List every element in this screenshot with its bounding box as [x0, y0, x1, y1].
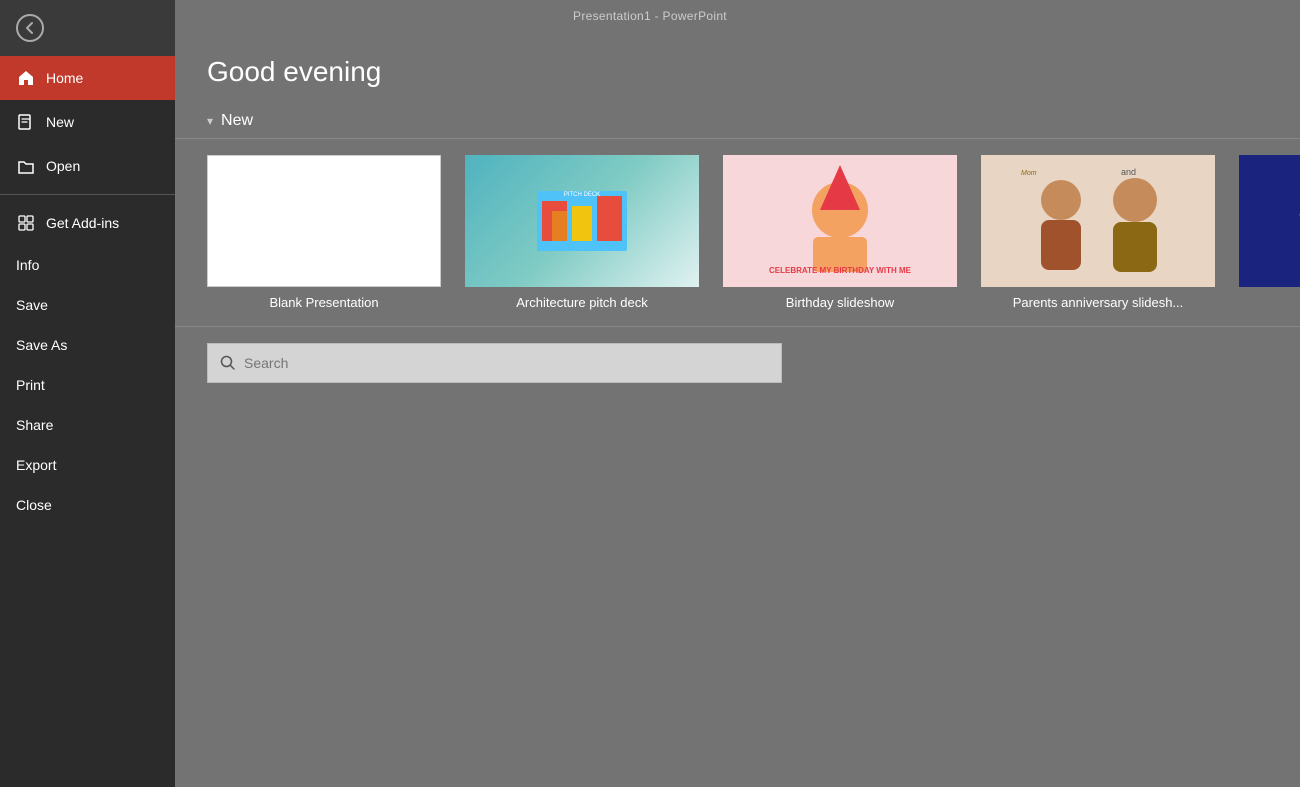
sidebar-item-saveas[interactable]: Save As [0, 325, 175, 365]
sidebar-item-info[interactable]: Info [0, 245, 175, 285]
sidebar-item-print[interactable]: Print [0, 365, 175, 405]
template-parents[interactable]: Mom and Parents anniversary slidesh... [981, 155, 1215, 310]
template-label-blank: Blank Presentation [207, 295, 441, 310]
app-container: Presentation1 - PowerPoint Home [0, 0, 1300, 787]
svg-text:and: and [1121, 167, 1136, 177]
template-label-graduation: Graduation slid... [1239, 295, 1300, 310]
greeting: Good evening [175, 32, 1300, 104]
sidebar-item-save[interactable]: Save [0, 285, 175, 325]
birthday-thumb-visual: CELEBRATE MY BIRTHDAY WITH ME [723, 155, 957, 287]
sidebar-item-home[interactable]: Home [0, 56, 175, 100]
back-button[interactable] [0, 0, 175, 56]
addins-icon [16, 213, 36, 233]
template-thumb-parents: Mom and [981, 155, 1215, 287]
sidebar-item-share[interactable]: Share [0, 405, 175, 445]
new-section-header: ▾ New [175, 104, 1300, 138]
main-content: Good evening ▾ New Blank Presentation [175, 0, 1300, 787]
graduation-thumb-visual: Cl [1239, 155, 1300, 287]
sidebar: Home New Open [0, 0, 175, 787]
open-icon [16, 156, 36, 176]
home-icon [16, 68, 36, 88]
sidebar-label-new: New [46, 114, 74, 130]
sidebar-divider [0, 194, 175, 195]
arch-thumb-visual: PITCH DECK [465, 155, 699, 287]
template-thumb-arch: PITCH DECK [465, 155, 699, 287]
template-arch[interactable]: PITCH DECK Architecture pitch deck [465, 155, 699, 310]
template-label-arch: Architecture pitch deck [465, 295, 699, 310]
svg-text:CELEBRATE MY BIRTHDAY WITH ME: CELEBRATE MY BIRTHDAY WITH ME [769, 266, 912, 275]
template-thumb-blank [207, 155, 441, 287]
search-icon [220, 355, 236, 371]
sidebar-item-export[interactable]: Export [0, 445, 175, 485]
templates-grid: Blank Presentation PITCH DECK [175, 139, 1300, 326]
collapse-icon[interactable]: ▾ [207, 114, 213, 128]
new-icon [16, 112, 36, 132]
svg-text:Mom: Mom [1021, 170, 1037, 177]
template-label-birthday: Birthday slideshow [723, 295, 957, 310]
sidebar-item-open[interactable]: Open [0, 144, 175, 188]
template-blank[interactable]: Blank Presentation [207, 155, 441, 310]
back-icon [16, 14, 44, 42]
parents-thumb-visual: Mom and [981, 155, 1215, 287]
sidebar-item-addins[interactable]: Get Add-ins [0, 201, 175, 245]
sidebar-item-new[interactable]: New [0, 100, 175, 144]
search-bar [207, 343, 782, 383]
search-input[interactable] [244, 355, 769, 371]
template-graduation[interactable]: Cl Graduation slid... [1239, 155, 1300, 310]
svg-text:PITCH DECK: PITCH DECK [564, 192, 600, 198]
sidebar-item-close[interactable]: Close [0, 485, 175, 525]
sidebar-label-home: Home [46, 70, 83, 86]
new-section-title: New [221, 112, 253, 130]
template-birthday[interactable]: CELEBRATE MY BIRTHDAY WITH ME Birthday s… [723, 155, 957, 310]
template-thumb-graduation: Cl [1239, 155, 1300, 287]
search-section [175, 327, 1300, 399]
template-label-parents: Parents anniversary slidesh... [981, 295, 1215, 310]
sidebar-label-addins: Get Add-ins [46, 215, 119, 231]
template-thumb-birthday: CELEBRATE MY BIRTHDAY WITH ME [723, 155, 957, 287]
sidebar-label-open: Open [46, 158, 80, 174]
